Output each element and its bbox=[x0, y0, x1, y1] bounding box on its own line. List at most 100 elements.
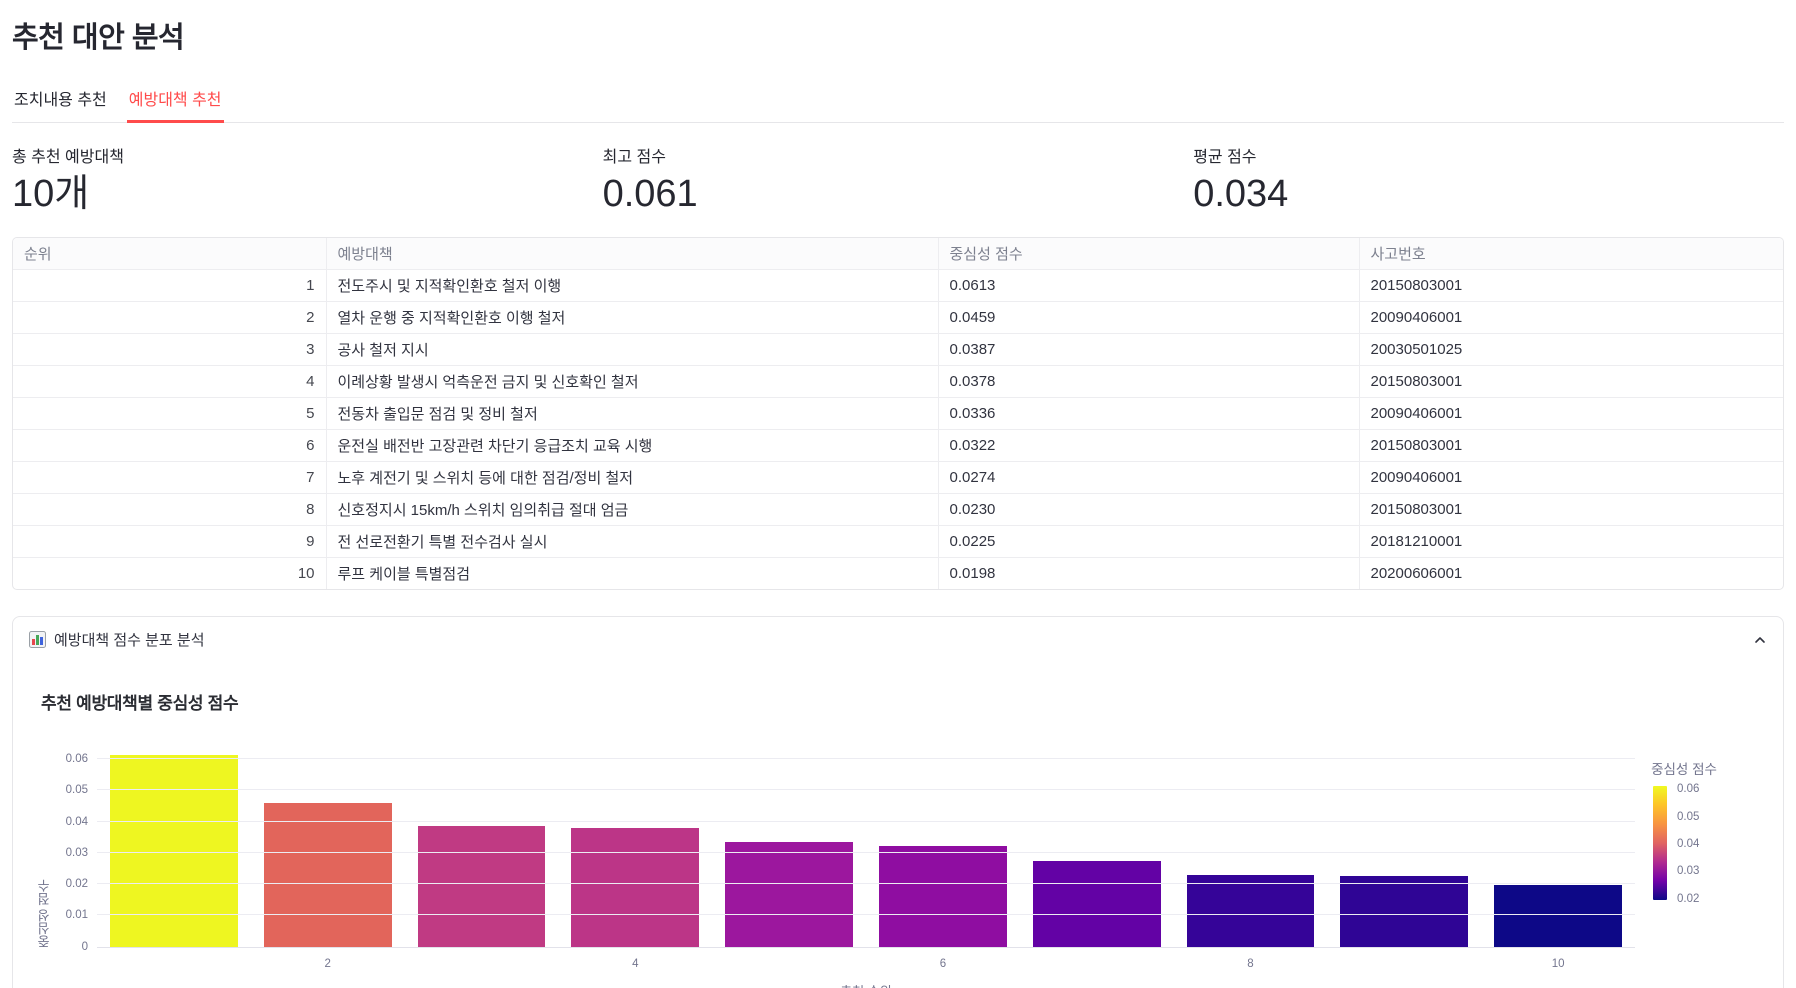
table-row: 7노후 계전기 및 스위치 등에 대한 점검/정비 철저0.0274200904… bbox=[13, 461, 1783, 493]
score-distribution-expander: 예방대책 점수 분포 분석 추천 예방대책별 중심성 점수 중심성 점수 00.… bbox=[12, 616, 1784, 988]
expander-title: 예방대책 점수 분포 분석 bbox=[54, 629, 1753, 650]
table-row: 10루프 케이블 특별점검0.019820200606001 bbox=[13, 557, 1783, 589]
cell-prevention: 전 선로전환기 특별 전수검사 실시 bbox=[326, 525, 938, 557]
y-axis-tick: 0.04 bbox=[66, 816, 88, 828]
chart-title: 추천 예방대책별 중심성 점수 bbox=[41, 689, 1767, 714]
cell-accident-number: 20030501025 bbox=[1359, 333, 1783, 365]
cell-prevention: 열차 운행 중 지적확인환호 이행 철저 bbox=[326, 301, 938, 333]
x-axis-tick: 8 bbox=[1247, 958, 1253, 970]
y-axis-tick: 0.03 bbox=[66, 847, 88, 859]
cell-centrality-score: 0.0322 bbox=[938, 429, 1359, 461]
cell-prevention: 노후 계전기 및 스위치 등에 대한 점검/정비 철저 bbox=[326, 461, 938, 493]
cell-rank: 8 bbox=[13, 493, 326, 525]
column-header-centrality-score[interactable]: 중심성 점수 bbox=[938, 238, 1359, 270]
bar-rank-1[interactable] bbox=[110, 755, 238, 946]
bar-rank-8[interactable] bbox=[1187, 875, 1315, 947]
gridline bbox=[97, 914, 1635, 915]
table-body: 1전도주시 및 지적확인환호 철저 이행0.0613201508030012열차… bbox=[13, 269, 1783, 589]
column-header-rank[interactable]: 순위 bbox=[13, 238, 326, 270]
cell-rank: 10 bbox=[13, 557, 326, 589]
bar-rank-3[interactable] bbox=[418, 826, 546, 947]
cell-rank: 5 bbox=[13, 397, 326, 429]
tab-prevention-recommendation[interactable]: 예방대책 추천 bbox=[127, 80, 224, 122]
chevron-up-icon[interactable] bbox=[1753, 633, 1767, 647]
prevention-table: 순위 예방대책 중심성 점수 사고번호 1전도주시 및 지적확인환호 철저 이행… bbox=[12, 237, 1784, 590]
colorbar-tick: 0.04 bbox=[1677, 838, 1699, 850]
cell-accident-number: 20200606001 bbox=[1359, 557, 1783, 589]
cell-centrality-score: 0.0274 bbox=[938, 461, 1359, 493]
metric-value: 0.061 bbox=[603, 171, 1194, 219]
table-row: 4이례상황 발생시 억측운전 금지 및 신호확인 철저0.03782015080… bbox=[13, 365, 1783, 397]
metric-total-preventions: 총 추천 예방대책 10개 bbox=[12, 143, 603, 219]
metric-label: 최고 점수 bbox=[603, 143, 1194, 167]
x-axis-tick: 4 bbox=[632, 958, 638, 970]
cell-centrality-score: 0.0198 bbox=[938, 557, 1359, 589]
tab-action-recommendation[interactable]: 조치내용 추천 bbox=[12, 80, 109, 122]
expander-header[interactable]: 예방대책 점수 분포 분석 bbox=[29, 617, 1767, 663]
metric-label: 평균 점수 bbox=[1193, 143, 1784, 167]
colorbar-legend: 중심성 점수 0.060.050.040.030.02 bbox=[1625, 758, 1743, 900]
bar-rank-4[interactable] bbox=[571, 828, 699, 946]
x-axis-tick: 2 bbox=[324, 958, 330, 970]
bar-rank-6[interactable] bbox=[879, 846, 1007, 947]
cell-accident-number: 20090406001 bbox=[1359, 301, 1783, 333]
gridline bbox=[97, 758, 1635, 759]
metrics-row: 총 추천 예방대책 10개 최고 점수 0.061 평균 점수 0.034 bbox=[12, 143, 1784, 219]
gridline bbox=[97, 883, 1635, 884]
cell-centrality-score: 0.0387 bbox=[938, 333, 1359, 365]
cell-prevention: 이례상황 발생시 억측운전 금지 및 신호확인 철저 bbox=[326, 365, 938, 397]
colorbar-tick: 0.02 bbox=[1677, 893, 1699, 905]
table-row: 8신호정지시 15km/h 스위치 임의취급 절대 엄금0.0230201508… bbox=[13, 493, 1783, 525]
metric-label: 총 추천 예방대책 bbox=[12, 143, 603, 167]
cell-centrality-score: 0.0336 bbox=[938, 397, 1359, 429]
tab-bar: 조치내용 추천 예방대책 추천 bbox=[12, 80, 1784, 123]
gridline bbox=[97, 821, 1635, 822]
main-content: 추천 대안 분석 조치내용 추천 예방대책 추천 총 추천 예방대책 10개 최… bbox=[0, 0, 1796, 988]
cell-accident-number: 20181210001 bbox=[1359, 525, 1783, 557]
gridline bbox=[97, 852, 1635, 853]
cell-centrality-score: 0.0230 bbox=[938, 493, 1359, 525]
cell-rank: 7 bbox=[13, 461, 326, 493]
x-axis-tick: 6 bbox=[940, 958, 946, 970]
cell-centrality-score: 0.0225 bbox=[938, 525, 1359, 557]
cell-prevention: 운전실 배전반 고장관련 차단기 응급조치 교육 시행 bbox=[326, 429, 938, 461]
cell-accident-number: 20150803001 bbox=[1359, 365, 1783, 397]
bar-rank-2[interactable] bbox=[264, 803, 392, 946]
table-row: 6운전실 배전반 고장관련 차단기 응급조치 교육 시행0.0322201508… bbox=[13, 429, 1783, 461]
y-axis-tick: 0.01 bbox=[66, 909, 88, 921]
cell-rank: 4 bbox=[13, 365, 326, 397]
bar-rank-7[interactable] bbox=[1033, 861, 1161, 947]
colorbar-gradient bbox=[1653, 786, 1667, 900]
cell-accident-number: 20090406001 bbox=[1359, 461, 1783, 493]
column-header-accident-number[interactable]: 사고번호 bbox=[1359, 238, 1783, 270]
y-axis-tick: 0.06 bbox=[66, 753, 88, 765]
bar-rank-5[interactable] bbox=[725, 842, 853, 947]
cell-accident-number: 20150803001 bbox=[1359, 493, 1783, 525]
cell-prevention: 루프 케이블 특별점검 bbox=[326, 557, 938, 589]
metric-avg-score: 평균 점수 0.034 bbox=[1193, 143, 1784, 219]
cell-prevention: 전동차 출입문 점검 및 정비 철저 bbox=[326, 397, 938, 429]
page-title: 추천 대안 분석 bbox=[12, 14, 1784, 56]
bar-chart-icon bbox=[29, 631, 46, 648]
bar-rank-9[interactable] bbox=[1340, 876, 1468, 946]
column-header-prevention[interactable]: 예방대책 bbox=[326, 238, 938, 270]
bar-chart: 중심성 점수 00.010.020.030.040.050.06 246810 … bbox=[29, 728, 1767, 988]
cell-centrality-score: 0.0459 bbox=[938, 301, 1359, 333]
cell-centrality-score: 0.0613 bbox=[938, 269, 1359, 301]
cell-prevention: 전도주시 및 지적확인환호 철저 이행 bbox=[326, 269, 938, 301]
x-axis-title: 추천 순위 bbox=[97, 981, 1635, 988]
y-axis-tick: 0 bbox=[82, 941, 88, 953]
table-header-row: 순위 예방대책 중심성 점수 사고번호 bbox=[13, 238, 1783, 270]
table-row: 1전도주시 및 지적확인환호 철저 이행0.061320150803001 bbox=[13, 269, 1783, 301]
cell-rank: 6 bbox=[13, 429, 326, 461]
colorbar-tick: 0.05 bbox=[1677, 811, 1699, 823]
gridline bbox=[97, 789, 1635, 790]
bar-rank-10[interactable] bbox=[1494, 885, 1622, 947]
metric-value: 0.034 bbox=[1193, 171, 1784, 219]
cell-accident-number: 20090406001 bbox=[1359, 397, 1783, 429]
metric-max-score: 최고 점수 0.061 bbox=[603, 143, 1194, 219]
colorbar-title: 중심성 점수 bbox=[1625, 758, 1743, 778]
colorbar-tick: 0.06 bbox=[1677, 783, 1699, 795]
cell-accident-number: 20150803001 bbox=[1359, 269, 1783, 301]
plot-area: 00.010.020.030.040.050.06 bbox=[97, 744, 1635, 948]
